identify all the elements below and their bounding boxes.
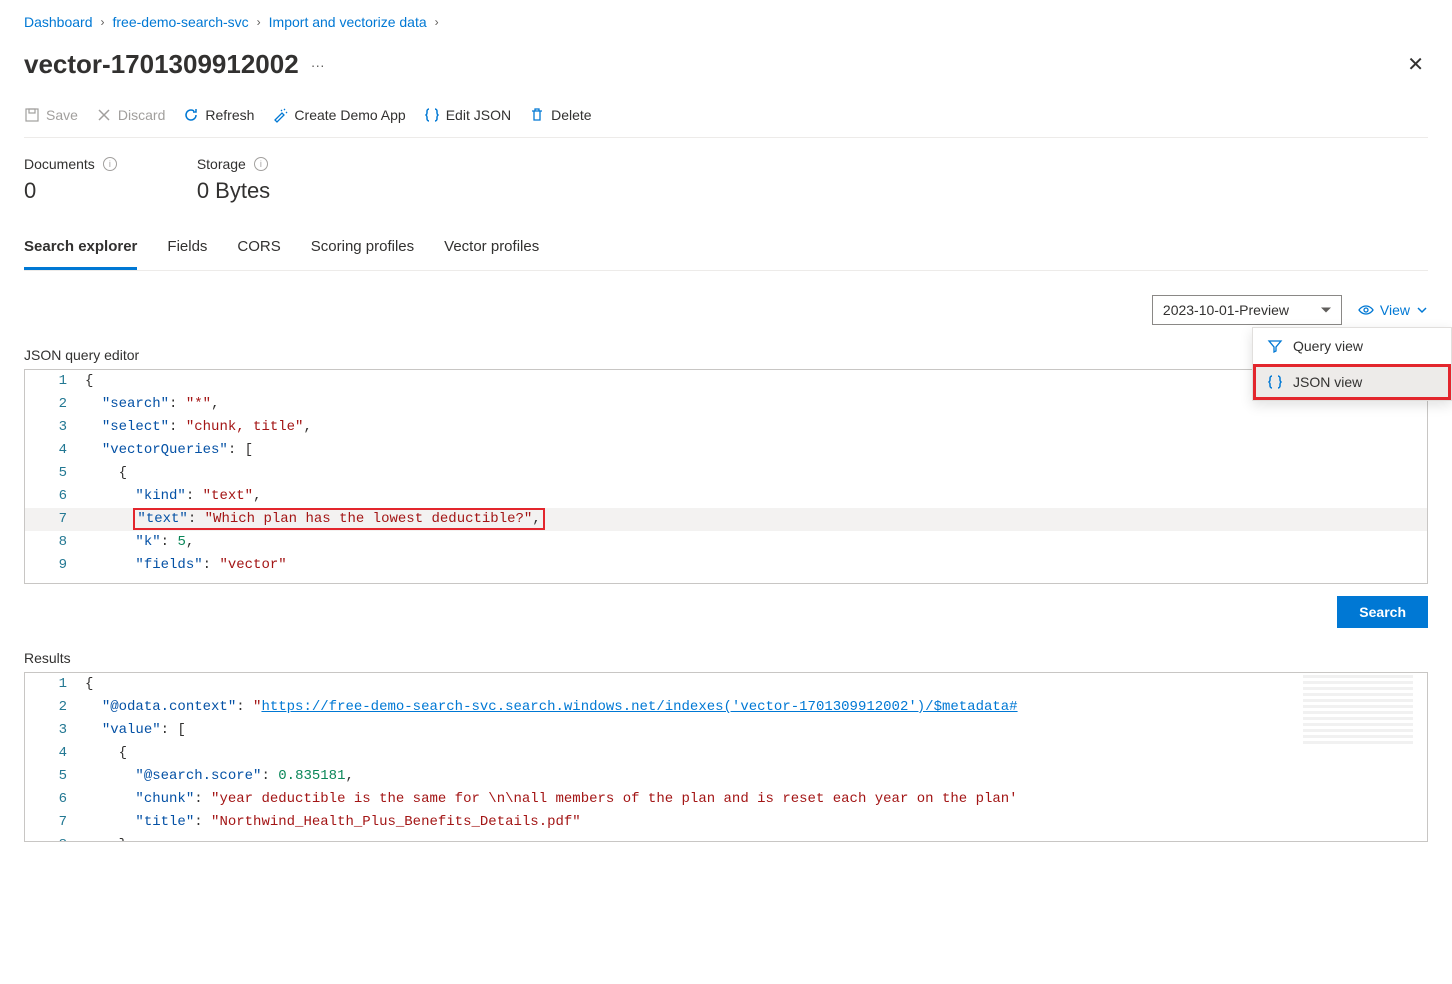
chevron-right-icon: › bbox=[435, 15, 439, 29]
api-version-select[interactable]: 2023-10-01-Preview bbox=[1152, 295, 1342, 325]
tab-vector-profiles[interactable]: Vector profiles bbox=[444, 228, 539, 270]
stats-row: Documentsi 0 Storagei 0 Bytes bbox=[24, 138, 1428, 228]
view-item-query[interactable]: Query view bbox=[1253, 328, 1451, 364]
close-icon[interactable]: ✕ bbox=[1403, 48, 1428, 81]
trash-icon bbox=[529, 107, 545, 123]
chevron-down-icon bbox=[1416, 304, 1428, 316]
tabs: Search explorer Fields CORS Scoring prof… bbox=[24, 228, 1428, 271]
results-editor[interactable]: 1{2 "@odata.context": "https://free-demo… bbox=[24, 672, 1428, 842]
breadcrumb-item[interactable]: Import and vectorize data bbox=[269, 14, 427, 30]
breadcrumb-item[interactable]: Dashboard bbox=[24, 14, 93, 30]
tab-cors[interactable]: CORS bbox=[237, 228, 280, 270]
eye-icon bbox=[1358, 302, 1374, 318]
discard-button: Discard bbox=[96, 107, 165, 123]
view-dropdown: Query view JSON view bbox=[1252, 327, 1452, 401]
info-icon[interactable]: i bbox=[103, 157, 117, 171]
tab-fields[interactable]: Fields bbox=[167, 228, 207, 270]
breadcrumb-item[interactable]: free-demo-search-svc bbox=[113, 14, 249, 30]
chevron-right-icon: › bbox=[257, 15, 261, 29]
breadcrumb: Dashboard › free-demo-search-svc › Impor… bbox=[24, 0, 1428, 40]
discard-icon bbox=[96, 107, 112, 123]
refresh-icon bbox=[183, 107, 199, 123]
storage-stat: Storagei 0 Bytes bbox=[197, 156, 270, 204]
documents-stat: Documentsi 0 bbox=[24, 156, 117, 204]
save-icon bbox=[24, 107, 40, 123]
chevron-right-icon: › bbox=[101, 15, 105, 29]
tab-scoring-profiles[interactable]: Scoring profiles bbox=[311, 228, 414, 270]
results-label: Results bbox=[24, 650, 1428, 666]
braces-icon bbox=[424, 107, 440, 123]
info-icon[interactable]: i bbox=[254, 157, 268, 171]
edit-json-button[interactable]: Edit JSON bbox=[424, 107, 511, 123]
editor-label: JSON query editor bbox=[24, 347, 1428, 363]
minimap[interactable] bbox=[1303, 675, 1413, 745]
search-button[interactable]: Search bbox=[1337, 596, 1428, 628]
view-button[interactable]: View bbox=[1358, 302, 1428, 318]
refresh-button[interactable]: Refresh bbox=[183, 107, 254, 123]
magic-icon bbox=[272, 107, 288, 123]
json-query-editor[interactable]: 1{2 "search": "*",3 "select": "chunk, ti… bbox=[24, 369, 1428, 584]
braces-icon bbox=[1267, 374, 1283, 390]
delete-button[interactable]: Delete bbox=[529, 107, 591, 123]
tab-search-explorer[interactable]: Search explorer bbox=[24, 228, 137, 270]
save-button: Save bbox=[24, 107, 78, 123]
create-demo-button[interactable]: Create Demo App bbox=[272, 107, 405, 123]
more-icon[interactable]: ··· bbox=[311, 57, 325, 73]
view-item-json[interactable]: JSON view bbox=[1253, 364, 1451, 400]
filter-icon bbox=[1267, 338, 1283, 354]
page-title: vector-1701309912002 bbox=[24, 49, 299, 80]
toolbar: Save Discard Refresh Create Demo App Edi… bbox=[24, 101, 1428, 138]
